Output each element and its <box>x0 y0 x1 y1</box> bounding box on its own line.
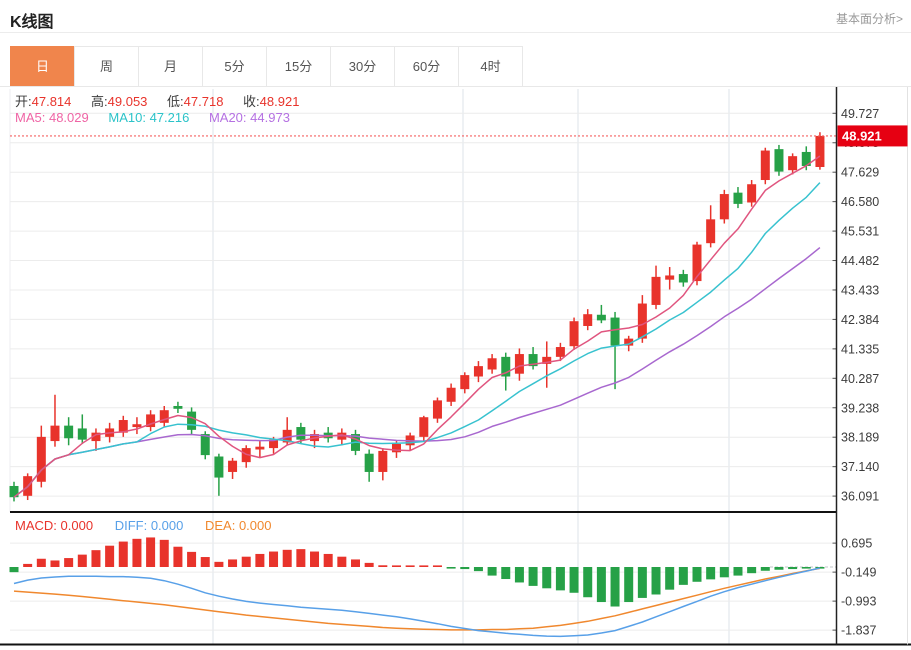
tab-30min[interactable]: 30分 <box>330 46 395 86</box>
high-label: 高: <box>91 94 108 109</box>
high-value: 49.053 <box>108 94 148 109</box>
dea-value: 0.000 <box>239 518 272 533</box>
ma5-line <box>14 156 820 497</box>
open-value: 47.814 <box>32 94 72 109</box>
candles-layer <box>10 132 825 501</box>
svg-text:45.531: 45.531 <box>841 225 879 239</box>
ma20-line <box>14 248 820 498</box>
page-title: K线图 <box>10 14 54 31</box>
low-value: 47.718 <box>184 94 224 109</box>
open-label: 开: <box>15 94 32 109</box>
close-value: 48.921 <box>260 94 300 109</box>
ma10-value: 47.216 <box>150 110 190 125</box>
tab-day[interactable]: 日 <box>10 46 75 86</box>
svg-text:-0.149: -0.149 <box>841 566 876 580</box>
close-label: 收: <box>243 94 260 109</box>
svg-text:-0.993: -0.993 <box>841 595 876 609</box>
svg-text:49.727: 49.727 <box>841 107 879 121</box>
chart-area: 49.72748.67847.62946.58045.53144.48243.4… <box>0 87 911 649</box>
fundamental-analysis-link[interactable]: 基本面分析> <box>836 10 903 27</box>
ma10-label: MA10: <box>108 110 146 125</box>
period-tabs: 日周月5分15分30分60分4时 <box>0 46 911 87</box>
svg-text:42.384: 42.384 <box>841 313 879 327</box>
current-price-badge: 48.921 <box>838 125 908 146</box>
svg-text:47.629: 47.629 <box>841 166 879 180</box>
svg-text:43.433: 43.433 <box>841 283 879 297</box>
svg-text:44.482: 44.482 <box>841 254 879 268</box>
ma20-value: 44.973 <box>250 110 290 125</box>
ma10-line <box>14 183 820 498</box>
kline-page: K线图 基本面分析> 日周月5分15分30分60分4时 49.72748.678… <box>0 0 911 650</box>
svg-text:41.335: 41.335 <box>841 342 879 356</box>
macd-label: MACD: <box>15 518 57 533</box>
svg-text:-1.837: -1.837 <box>841 624 876 638</box>
macd-value: 0.000 <box>61 518 94 533</box>
svg-text:48.921: 48.921 <box>842 128 882 143</box>
svg-text:40.287: 40.287 <box>841 372 879 386</box>
page-header: K线图 基本面分析> <box>0 0 911 33</box>
tab-month[interactable]: 月 <box>138 46 203 86</box>
svg-text:0.695: 0.695 <box>841 537 872 551</box>
dea-label: DEA: <box>205 518 235 533</box>
macd-row: MACD: 0.000 DIFF: 0.000 DEA: 0.000 <box>15 518 272 533</box>
diff-label: DIFF: <box>115 518 148 533</box>
tab-4hour[interactable]: 4时 <box>458 46 523 86</box>
diff-value: 0.000 <box>151 518 184 533</box>
svg-text:38.189: 38.189 <box>841 431 879 445</box>
ma5-label: MA5: <box>15 110 45 125</box>
price-axis-labels: 49.72748.67847.62946.58045.53144.48243.4… <box>833 107 880 504</box>
tab-15min[interactable]: 15分 <box>266 46 331 86</box>
ma20-label: MA20: <box>209 110 247 125</box>
ma-row: MA5: 48.029 MA10: 47.216 MA20: 44.973 <box>15 110 306 125</box>
tab-5min[interactable]: 5分 <box>202 46 267 86</box>
svg-text:46.580: 46.580 <box>841 195 879 209</box>
ohlc-row: 开:47.814 高:49.053 低:47.718 收:48.921 <box>15 91 315 110</box>
kline-chart-canvas[interactable]: 49.72748.67847.62946.58045.53144.48243.4… <box>0 87 911 649</box>
svg-text:37.140: 37.140 <box>841 460 879 474</box>
svg-text:39.238: 39.238 <box>841 401 879 415</box>
low-label: 低: <box>167 94 184 109</box>
svg-text:36.091: 36.091 <box>841 490 879 504</box>
tab-week[interactable]: 周 <box>74 46 139 86</box>
ma5-value: 48.029 <box>49 110 89 125</box>
tab-60min[interactable]: 60分 <box>394 46 459 86</box>
